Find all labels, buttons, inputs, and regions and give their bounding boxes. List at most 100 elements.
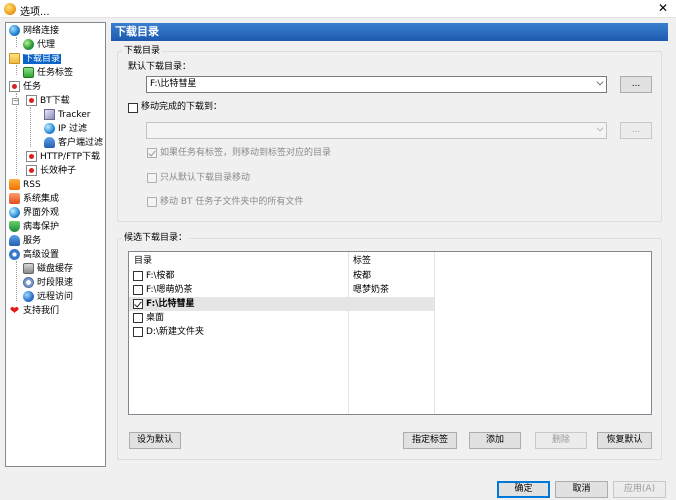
ok-button[interactable]: 确定: [497, 481, 550, 498]
options-tree: 网络连接 代理 下载目录 任务标签 任务 − BT下载 Tracker IP 过…: [5, 22, 106, 467]
cancel-button[interactable]: 取消: [555, 481, 608, 498]
row-dir: F:\桉都: [146, 271, 175, 281]
chevron-down-icon: [596, 124, 604, 132]
appearance-icon: [9, 207, 20, 218]
tree-item-ip-filter[interactable]: IP 过滤: [44, 123, 89, 136]
disk-icon: [23, 263, 34, 274]
gear-icon: [9, 249, 20, 260]
tree-item-disk-cache[interactable]: 磁盘缓存: [23, 263, 75, 276]
only-default-label: 只从默认下载目录移动: [160, 173, 251, 183]
tree-item-rss[interactable]: RSS: [9, 179, 43, 192]
move-dir-combo[interactable]: [146, 122, 607, 139]
tree-item-tracker[interactable]: Tracker: [44, 109, 92, 122]
list-row[interactable]: F:\比特彗星: [129, 297, 434, 311]
tree-item-http-ftp[interactable]: HTTP/FTP下载: [26, 151, 102, 164]
list-row[interactable]: D:\新建文件夹: [129, 325, 434, 339]
download-dir-group-title: 下载目录: [122, 46, 163, 56]
set-default-button[interactable]: 设为默认: [129, 432, 181, 449]
move-by-tag-label: 如果任务有标签，则移动到标签对应的目录: [160, 148, 332, 158]
column-header-dir[interactable]: 目录: [134, 256, 152, 267]
move-bt-subfolder-label: 移动 BT 任务子文件夹中的所有文件: [160, 197, 304, 207]
panel-header: 下载目录: [111, 23, 668, 41]
tree-item-remote-access[interactable]: 远程访问: [23, 291, 75, 304]
services-icon: [9, 235, 20, 246]
tree-item-client-filter[interactable]: 客户端过滤: [44, 137, 105, 150]
move-by-tag-checkbox[interactable]: [147, 148, 157, 158]
app-icon: [4, 3, 16, 15]
row-checkbox[interactable]: [133, 299, 143, 309]
row-tag: 嗯梦奶茶: [353, 285, 390, 295]
tree-line: [30, 107, 31, 147]
puzzle-icon: [9, 193, 20, 204]
tree-item-network[interactable]: 网络连接: [9, 25, 61, 38]
window-title: 选项...: [20, 7, 50, 18]
tree-item-bt-download[interactable]: BT下载: [26, 95, 72, 108]
title-bar: 选项... ✕: [0, 0, 676, 18]
shield-icon: [9, 221, 20, 232]
tree-item-long-seed[interactable]: 长效种子: [26, 165, 78, 178]
tree-item-support-us[interactable]: ❤ 支持我们: [9, 305, 61, 318]
row-dir: 桌面: [146, 313, 165, 323]
ip-filter-icon: [44, 123, 55, 134]
column-divider: [434, 252, 435, 414]
network-globe-icon: [9, 25, 20, 36]
add-button[interactable]: 添加: [469, 432, 521, 449]
remote-icon: [23, 291, 34, 302]
row-dir: F:\比特彗星: [146, 299, 195, 309]
tree-item-system-integration[interactable]: 系统集成: [9, 193, 61, 206]
row-checkbox[interactable]: [133, 327, 143, 337]
row-tag: 桉都: [353, 271, 372, 281]
folder-icon: [9, 53, 20, 64]
tree-line: [16, 37, 17, 47]
move-completed-label: 移动完成的下载到：: [141, 102, 223, 112]
tree-line: [16, 261, 17, 301]
move-bt-subfolder-checkbox[interactable]: [147, 197, 157, 207]
tree-item-task-tags[interactable]: 任务标签: [23, 67, 75, 80]
task-icon: [9, 81, 20, 92]
collapse-icon[interactable]: −: [12, 98, 19, 105]
clock-icon: [23, 277, 34, 288]
default-dir-combo[interactable]: F:\比特彗星: [146, 76, 607, 93]
list-row[interactable]: F:\嗯萌奶茶 嗯梦奶茶: [129, 283, 434, 297]
tree-item-schedule[interactable]: 时段限速: [23, 277, 75, 290]
tree-item-services[interactable]: 服务: [9, 235, 43, 248]
default-dir-value: F:\比特彗星: [150, 79, 197, 89]
list-row[interactable]: F:\桉都 桉都: [129, 269, 434, 283]
browse-move-dir-button[interactable]: ...: [620, 122, 652, 139]
row-checkbox[interactable]: [133, 285, 143, 295]
tree-item-appearance[interactable]: 界面外观: [9, 207, 61, 220]
row-checkbox[interactable]: [133, 271, 143, 281]
rss-icon: [9, 179, 20, 190]
move-completed-checkbox[interactable]: [128, 103, 138, 113]
only-default-checkbox[interactable]: [147, 173, 157, 183]
browse-default-dir-button[interactable]: ...: [620, 76, 652, 93]
tree-line: [16, 93, 17, 175]
proxy-globe-icon: [23, 39, 34, 50]
apply-button[interactable]: 应用(A): [613, 481, 666, 498]
chevron-down-icon: [596, 78, 604, 86]
tree-item-tasks[interactable]: 任务: [9, 81, 43, 94]
row-checkbox[interactable]: [133, 313, 143, 323]
restore-default-button[interactable]: 恢复默认: [597, 432, 652, 449]
tree-item-virus-protection[interactable]: 病毒保护: [9, 221, 61, 234]
tree-line: [16, 65, 17, 75]
row-dir: D:\新建文件夹: [146, 327, 204, 337]
delete-button[interactable]: 删除: [535, 432, 587, 449]
heart-icon: ❤: [9, 304, 20, 317]
default-dir-label: 默认下载目录：: [128, 62, 192, 72]
close-icon[interactable]: ✕: [656, 1, 670, 15]
tree-item-advanced[interactable]: 高级设置: [9, 249, 61, 262]
candidate-dirs-list[interactable]: 目录 标签 F:\桉都 桉都 F:\嗯萌奶茶 嗯梦奶茶 F:\比特彗星 桌面 D…: [128, 251, 652, 415]
column-header-tag[interactable]: 标签: [353, 256, 371, 267]
seed-task-icon: [26, 165, 37, 176]
client-filter-icon: [44, 137, 55, 148]
bt-task-icon: [26, 95, 37, 106]
row-dir: F:\嗯萌奶茶: [146, 285, 193, 295]
http-task-icon: [26, 151, 37, 162]
assign-tag-button[interactable]: 指定标签: [403, 432, 457, 449]
candidate-dirs-group-title: 候选下载目录：: [122, 233, 190, 243]
tree-item-download-dir[interactable]: 下载目录: [9, 53, 63, 66]
list-row[interactable]: 桌面: [129, 311, 434, 325]
tree-item-proxy[interactable]: 代理: [23, 39, 57, 52]
tracker-icon: [44, 109, 55, 120]
